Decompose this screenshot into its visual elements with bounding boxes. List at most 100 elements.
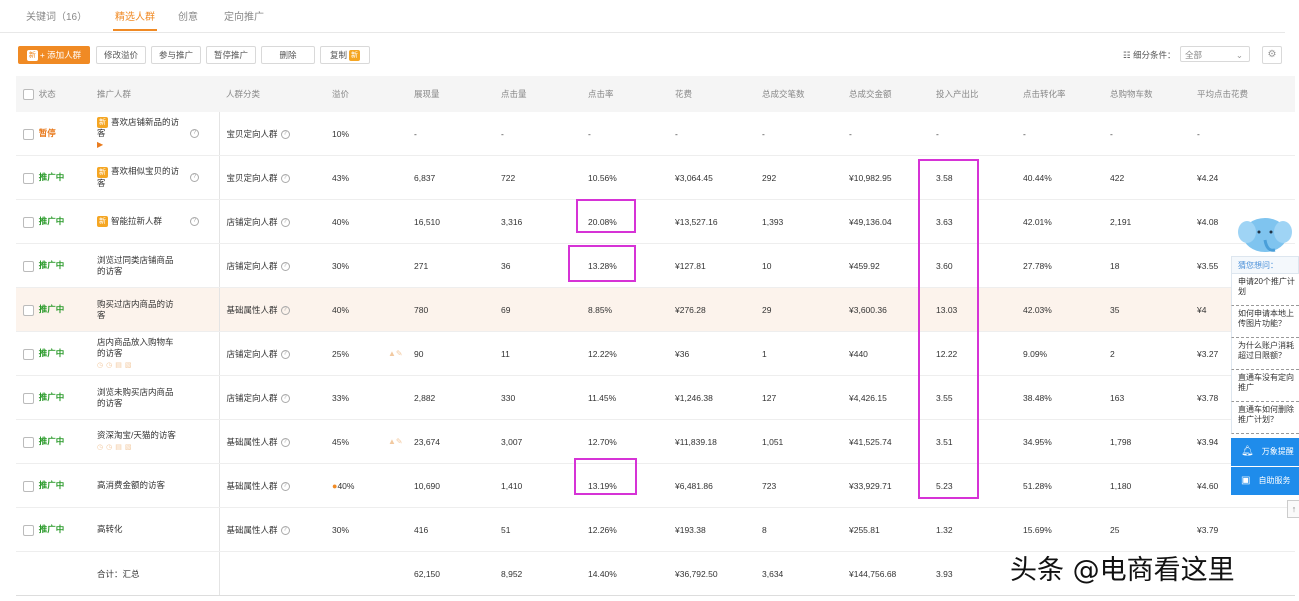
audience-name: 喜欢店铺新品的访客 xyxy=(97,116,180,139)
row-checkbox[interactable] xyxy=(23,128,34,140)
help-icon[interactable]: ? xyxy=(280,129,290,139)
help-icon[interactable]: ? xyxy=(280,173,290,183)
tab-targeted-promotion[interactable]: 定向推广 xyxy=(224,8,264,23)
row-checkbox[interactable] xyxy=(23,524,34,536)
audience-name-cell: 资深淘宝/天猫的访客 ◷◷▤▧ xyxy=(90,419,220,464)
header-carts[interactable]: 总购物车数 xyxy=(1103,76,1190,112)
row-checkbox[interactable] xyxy=(23,260,34,272)
table-row: 推广中 资深淘宝/天猫的访客 ◷◷▤▧ 基础属性人群? 45% ▲✎ 23,674 3,007… xyxy=(16,419,1295,464)
help-icon[interactable]: ? xyxy=(190,216,199,226)
row-checkbox[interactable] xyxy=(23,304,34,316)
header-orders[interactable]: 总成交笔数 xyxy=(755,76,842,112)
modify-bid-button[interactable]: 修改溢价 xyxy=(96,46,146,64)
list-filter-icon: ☷ xyxy=(1123,50,1133,60)
table-header-row: 状态 推广人群 人群分类 溢价 展现量 点击量 点击率 花费 总成交笔数 总成交… xyxy=(16,76,1295,112)
header-cvr[interactable]: 点击转化率 xyxy=(1016,76,1103,112)
edit-icon[interactable]: ▲✎ xyxy=(388,349,403,358)
header-cpc[interactable]: 平均点击花费 xyxy=(1190,76,1295,112)
help-icon[interactable]: ? xyxy=(280,305,290,315)
header-cost[interactable]: 花费 xyxy=(668,76,755,112)
faq-link-2[interactable]: 如何申请本地上传图片功能？ xyxy=(1231,306,1299,338)
premium-cell[interactable]: ●40% xyxy=(325,463,407,508)
premium-cell[interactable]: 40% xyxy=(325,199,407,244)
faq-link-3[interactable]: 为什么账户消耗超过日限额？ xyxy=(1231,338,1299,370)
self-service-button[interactable]: ▣ 自助服务 xyxy=(1231,467,1299,495)
row-checkbox[interactable] xyxy=(23,172,34,184)
help-icon[interactable]: ? xyxy=(280,481,290,491)
premium-cell[interactable]: 30% xyxy=(325,507,407,552)
category-cell: 基础属性人群? xyxy=(219,507,325,552)
status-text: 推广中 xyxy=(38,260,65,271)
carts-cell: 35 xyxy=(1103,287,1190,332)
help-icon[interactable]: ? xyxy=(280,349,290,359)
faq-link-4[interactable]: 直通车没有定向推广 xyxy=(1231,370,1299,402)
premium-cell[interactable]: 10% xyxy=(325,112,407,156)
join-promotion-button[interactable]: 参与推广 xyxy=(151,46,201,64)
impressions-cell: - xyxy=(407,112,494,156)
header-status: 状态 xyxy=(16,76,90,112)
row-checkbox[interactable] xyxy=(23,348,34,360)
help-icon[interactable]: ? xyxy=(280,393,290,403)
row-checkbox[interactable] xyxy=(23,392,34,404)
table-row: 推广中 高消费金额的访客 基础属性人群? ●40% 10,690 1,410 13.19% ¥… xyxy=(16,463,1295,508)
add-audience-button[interactable]: 新 + 添加人群 xyxy=(18,46,90,64)
row-checkbox[interactable] xyxy=(23,216,34,228)
ctr-cell: 11.45% xyxy=(581,375,668,420)
delete-button[interactable]: 删除 xyxy=(261,46,315,64)
clicks-cell: 3,316 xyxy=(494,199,581,244)
carts-cell: 1,798 xyxy=(1103,419,1190,464)
audience-name-cell: 高消费金额的访客 xyxy=(90,463,220,508)
cvr-cell: 15.69% xyxy=(1016,507,1103,552)
cvr-cell: - xyxy=(1016,112,1103,156)
status-text: 推广中 xyxy=(38,216,65,227)
total-ctr: 14.40% xyxy=(581,551,668,596)
table-row: 推广中 高转化 基础属性人群? 30% 416 51 12.26% ¥193.38 8 ¥255.… xyxy=(16,507,1295,552)
help-icon[interactable]: ? xyxy=(190,172,199,182)
audience-tool-icons[interactable]: ◷◷▤▧ xyxy=(97,362,134,369)
gmv-cell: ¥255.81 xyxy=(842,507,929,552)
impressions-cell: 271 xyxy=(407,243,494,288)
scroll-to-top-button[interactable]: ↑ xyxy=(1287,500,1299,518)
help-icon[interactable]: ? xyxy=(280,217,290,227)
filter-select[interactable]: 全部 ⌄ xyxy=(1180,46,1250,62)
row-checkbox[interactable] xyxy=(23,480,34,492)
audience-name: 高转化 xyxy=(97,524,123,534)
faq-link-1[interactable]: 申请20个推广计划 xyxy=(1231,274,1299,306)
cvr-cell: 42.03% xyxy=(1016,287,1103,332)
audience-tool-icons[interactable]: ◷◷▤▧ xyxy=(97,444,134,451)
carts-cell: 1,180 xyxy=(1103,463,1190,508)
copy-new-badge: 新 xyxy=(349,50,360,62)
premium-cell[interactable]: 40% xyxy=(325,287,407,332)
header-roi[interactable]: 投入产出比 xyxy=(929,76,1016,112)
help-icon[interactable]: ? xyxy=(280,437,290,447)
faq-link-5[interactable]: 直通车如何删除推广计划？ xyxy=(1231,402,1299,434)
clicks-cell: 722 xyxy=(494,155,581,200)
header-impressions[interactable]: 展现量 xyxy=(407,76,494,112)
row-checkbox[interactable] xyxy=(23,436,34,448)
tab-keywords[interactable]: 关键词（16） xyxy=(26,8,87,23)
header-ctr[interactable]: 点击率 xyxy=(581,76,668,112)
help-icon[interactable]: ? xyxy=(190,128,199,138)
tab-selected-audience[interactable]: 精选人群 xyxy=(113,8,157,31)
premium-cell[interactable]: 30% xyxy=(325,243,407,288)
copy-button[interactable]: 复制新 xyxy=(320,46,370,64)
carts-cell: 25 xyxy=(1103,507,1190,552)
remind-button[interactable]: 🔔︎ 万象提醒 xyxy=(1231,438,1299,466)
help-icon[interactable]: ? xyxy=(280,261,290,271)
premium-cell[interactable]: 33% xyxy=(325,375,407,420)
help-icon[interactable]: ? xyxy=(280,525,290,535)
gear-icon[interactable]: ⚙ xyxy=(1262,46,1282,64)
edit-icon[interactable]: ▲✎ xyxy=(388,437,403,446)
header-gmv[interactable]: 总成交金额 xyxy=(842,76,929,112)
header-premium[interactable]: 溢价 xyxy=(325,76,407,112)
pause-promotion-button[interactable]: 暂停推广 xyxy=(206,46,256,64)
header-clicks[interactable]: 点击量 xyxy=(494,76,581,112)
clicks-cell: 69 xyxy=(494,287,581,332)
select-all-checkbox[interactable] xyxy=(23,89,34,101)
cost-cell: ¥36 xyxy=(668,331,755,376)
tab-creative[interactable]: 创意 xyxy=(178,8,198,23)
side-panel-title: 猜您想问： xyxy=(1231,256,1299,274)
premium-cell[interactable]: 43% xyxy=(325,155,407,200)
orders-cell: 1,051 xyxy=(755,419,842,464)
play-icon[interactable]: ▶ xyxy=(97,140,103,149)
